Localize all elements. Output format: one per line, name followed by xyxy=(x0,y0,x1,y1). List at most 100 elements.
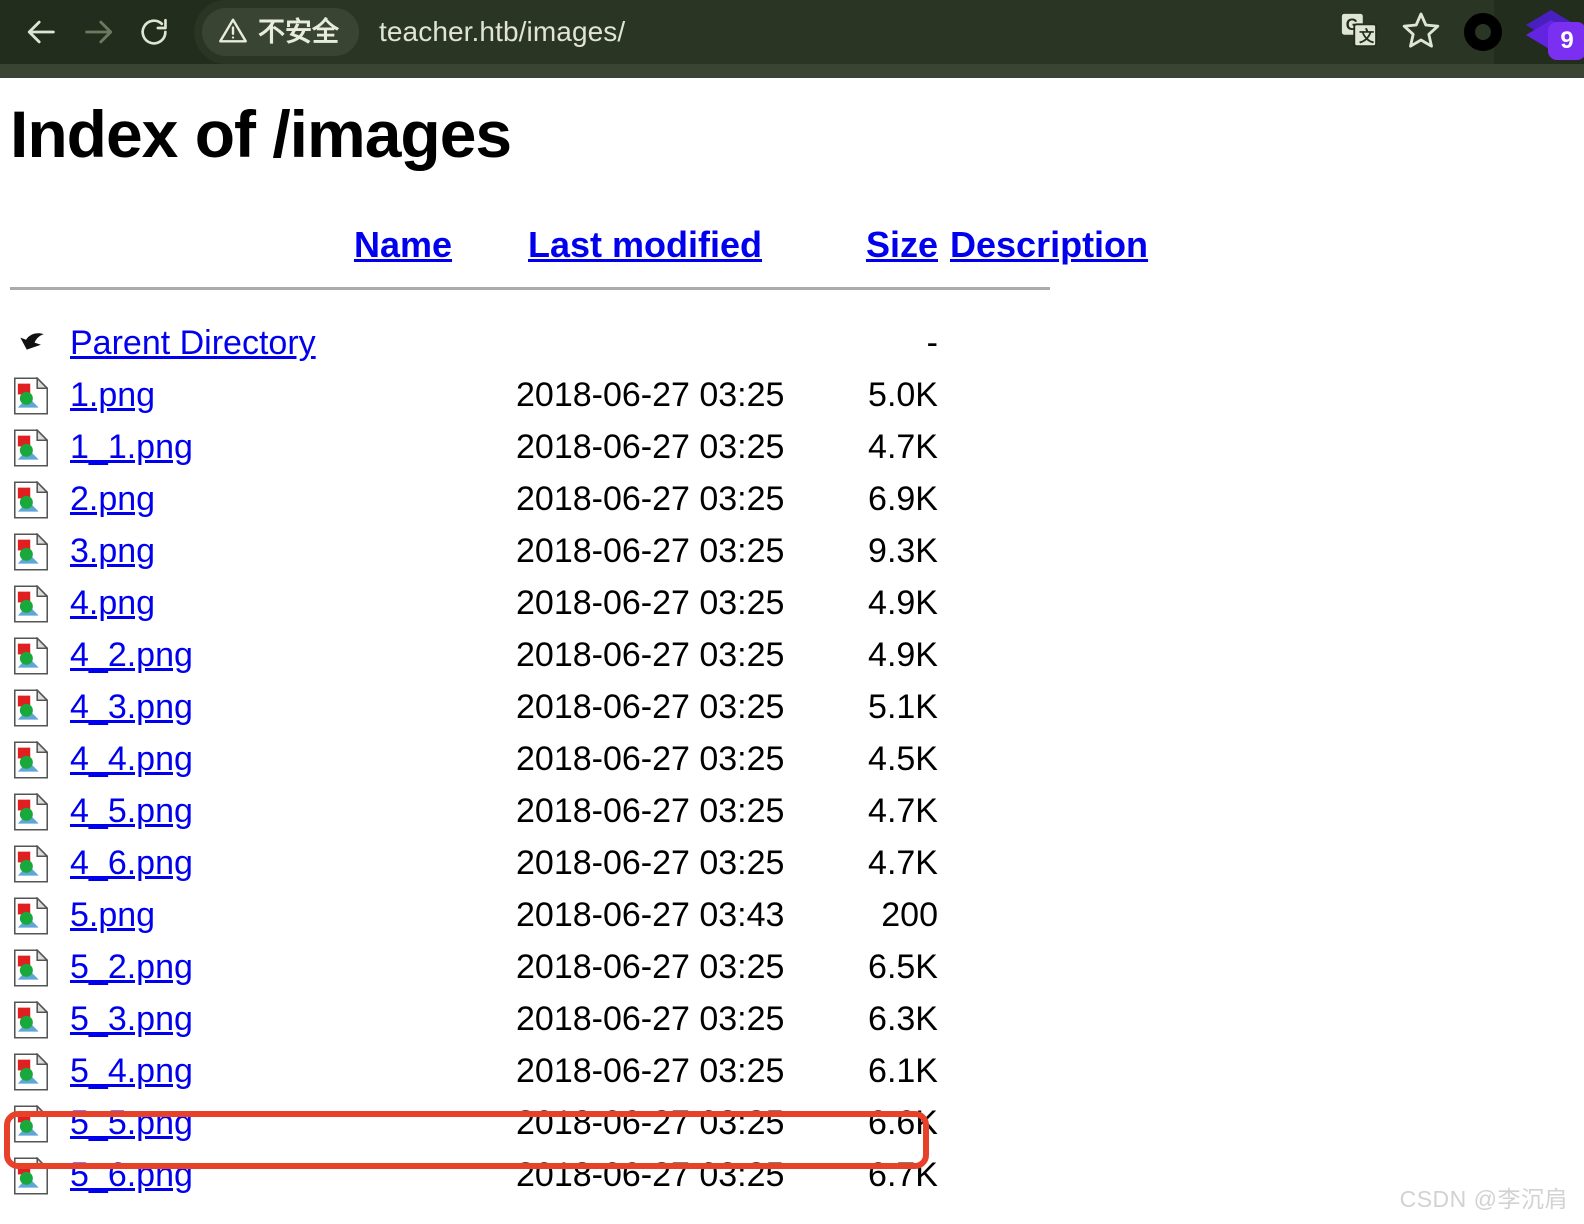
row-size-cell: 4.7K xyxy=(868,428,938,467)
row-date-cell: 2018-06-27 03:25 xyxy=(516,376,785,415)
row-description-cell xyxy=(938,1098,1148,1150)
row-size-cell: 5.0K xyxy=(868,376,938,415)
extension-layers-button[interactable]: 9 xyxy=(1514,0,1584,64)
row-name-cell: Parent Directory xyxy=(58,318,516,370)
row-date-cell: 2018-06-27 03:25 xyxy=(516,792,785,831)
row-icon-cell xyxy=(0,786,58,838)
reload-button[interactable] xyxy=(126,4,182,60)
toolbar-bottom-strip xyxy=(0,64,1584,78)
extension-circle-button[interactable] xyxy=(1452,1,1514,63)
parent-directory-link[interactable]: Parent Directory xyxy=(58,324,316,362)
row-size-cell: 6.9K xyxy=(868,480,938,519)
table-row: 5_3.png 2018-06-27 03:25 6.3K xyxy=(0,994,1148,1046)
row-description-cell xyxy=(938,682,1148,734)
forward-button[interactable] xyxy=(70,4,126,60)
url-text[interactable]: teacher.htb/images/ xyxy=(379,16,625,48)
table-row: 4_5.png 2018-06-27 03:25 4.7K xyxy=(0,786,1148,838)
row-date-cell xyxy=(516,318,838,370)
file-link[interactable]: 5_6.png xyxy=(58,1156,193,1194)
row-description-cell xyxy=(938,1046,1148,1098)
row-description-cell xyxy=(938,786,1148,838)
back-arrow-icon xyxy=(25,15,59,49)
row-size-cell: 4.7K xyxy=(868,844,938,883)
row-size-cell: 4.5K xyxy=(868,740,938,779)
header-size-link[interactable]: Size xyxy=(866,224,938,266)
row-icon-cell xyxy=(0,1046,58,1098)
back-button[interactable] xyxy=(14,4,70,60)
file-link[interactable]: 5_5.png xyxy=(58,1104,193,1142)
row-description-cell xyxy=(938,318,1148,370)
table-row: 5_6.png 2018-06-27 03:25 6.7K xyxy=(0,1150,1148,1202)
row-description-cell xyxy=(938,422,1148,474)
row-icon-cell xyxy=(0,1098,58,1150)
image-file-icon xyxy=(14,896,48,935)
row-icon-cell xyxy=(0,838,58,890)
file-link[interactable]: 4_6.png xyxy=(58,844,193,882)
row-date-cell: 2018-06-27 03:25 xyxy=(516,688,785,727)
table-row: Parent Directory - xyxy=(0,318,1148,370)
row-name-cell: 5_4.png xyxy=(58,1046,516,1098)
row-description-cell xyxy=(938,630,1148,682)
row-size-cell: 5.1K xyxy=(868,688,938,727)
row-description-cell xyxy=(938,942,1148,994)
file-link[interactable]: 1_1.png xyxy=(58,428,193,466)
header-name[interactable]: Name xyxy=(58,213,516,277)
bookmark-button[interactable] xyxy=(1390,1,1452,63)
row-date-cell: 2018-06-27 03:25 xyxy=(516,1104,785,1143)
table-row: 4_3.png 2018-06-27 03:25 5.1K xyxy=(0,682,1148,734)
header-icon-spacer xyxy=(0,213,58,277)
file-link[interactable]: 3.png xyxy=(58,532,155,570)
header-name-link[interactable]: Name xyxy=(354,224,452,266)
row-date-cell: 2018-06-27 03:25 xyxy=(516,636,785,675)
row-icon-cell xyxy=(0,422,58,474)
file-link[interactable]: 2.png xyxy=(58,480,155,518)
row-icon-cell xyxy=(0,318,58,370)
image-file-icon xyxy=(14,1000,48,1039)
translate-button[interactable]: G 文 xyxy=(1328,1,1390,63)
row-date-cell: 2018-06-27 03:25 xyxy=(516,584,785,623)
row-name-cell: 5_6.png xyxy=(58,1150,516,1202)
security-status-chip[interactable]: 不安全 xyxy=(202,8,359,56)
toolbar-right-actions: G 文 9 xyxy=(1328,0,1584,64)
row-icon-cell xyxy=(0,734,58,786)
row-size-cell: 6.1K xyxy=(868,1052,938,1091)
header-description[interactable]: Description xyxy=(938,213,1148,277)
warning-triangle-icon xyxy=(218,15,248,50)
row-date-cell: 2018-06-27 03:25 xyxy=(516,740,785,779)
file-link[interactable]: 4_3.png xyxy=(58,688,193,726)
file-link[interactable]: 4_4.png xyxy=(58,740,193,778)
table-row: 4_2.png 2018-06-27 03:25 4.9K xyxy=(0,630,1148,682)
header-spacer-row xyxy=(0,290,1148,318)
image-file-icon xyxy=(14,636,48,675)
table-row: 5_2.png 2018-06-27 03:25 6.5K xyxy=(0,942,1148,994)
file-link[interactable]: 5_3.png xyxy=(58,1000,193,1038)
row-description-cell xyxy=(938,994,1148,1046)
file-link[interactable]: 5_4.png xyxy=(58,1052,193,1090)
file-link[interactable]: 4.png xyxy=(58,584,155,622)
header-last-modified[interactable]: Last modified xyxy=(516,213,838,277)
header-last-modified-link[interactable]: Last modified xyxy=(528,224,762,266)
page-content: Index of /images Name Last modified Size xyxy=(0,78,1584,1202)
table-row: 1_1.png 2018-06-27 03:25 4.7K xyxy=(0,422,1148,474)
table-row: 5.png 2018-06-27 03:43 200 xyxy=(0,890,1148,942)
row-name-cell: 5_3.png xyxy=(58,994,516,1046)
header-description-link[interactable]: Description xyxy=(950,224,1148,266)
file-link[interactable]: 5_2.png xyxy=(58,948,193,986)
file-link[interactable]: 4_5.png xyxy=(58,792,193,830)
row-description-cell xyxy=(938,890,1148,942)
row-date-cell: 2018-06-27 03:25 xyxy=(516,844,785,883)
file-link[interactable]: 1.png xyxy=(58,376,155,414)
header-size[interactable]: Size xyxy=(838,213,938,277)
image-file-icon xyxy=(14,1156,48,1195)
image-file-icon xyxy=(14,1104,48,1143)
row-name-cell: 4.png xyxy=(58,578,516,630)
row-description-cell xyxy=(938,526,1148,578)
forward-arrow-icon xyxy=(81,15,115,49)
row-size-cell: 6.5K xyxy=(868,948,938,987)
file-link[interactable]: 5.png xyxy=(58,896,155,934)
file-link[interactable]: 4_2.png xyxy=(58,636,193,674)
image-file-icon xyxy=(14,792,48,831)
image-file-icon xyxy=(14,1052,48,1091)
row-description-cell xyxy=(938,734,1148,786)
image-file-icon xyxy=(14,844,48,883)
